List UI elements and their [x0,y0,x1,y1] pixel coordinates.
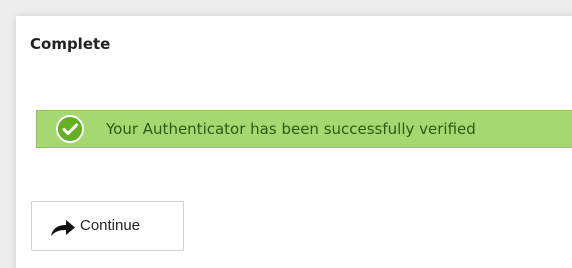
continue-label: Continue [80,217,141,234]
success-message: Your Authenticator has been successfully… [106,120,476,138]
verification-panel: Complete Your Authenticator has been suc… [16,16,572,268]
share-arrow-icon [50,219,76,237]
success-alert: Your Authenticator has been successfully… [36,110,572,148]
continue-button[interactable]: Continue [31,201,184,251]
page: Complete Your Authenticator has been suc… [0,0,572,268]
panel-title: Complete [30,35,111,53]
check-circle-icon [55,114,85,144]
